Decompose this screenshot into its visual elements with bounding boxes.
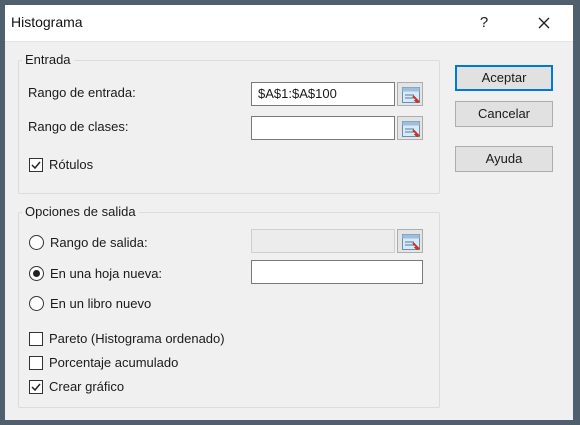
libro-nuevo-radio[interactable] (29, 296, 44, 311)
rango-clases-ref-button[interactable] (397, 116, 423, 140)
rango-clases-input[interactable] (251, 116, 395, 140)
pareto-checkbox[interactable] (29, 332, 43, 346)
help-button[interactable]: ? (473, 11, 495, 35)
libro-nuevo-label[interactable]: En un libro nuevo (50, 296, 151, 311)
collapse-dialog-icon (402, 121, 420, 137)
entrada-legend: Entrada (22, 52, 74, 67)
porcentaje-checkbox[interactable] (29, 356, 43, 370)
crear-grafico-label[interactable]: Crear gráfico (49, 379, 124, 394)
ayuda-button[interactable]: Ayuda (455, 146, 553, 172)
salida-legend: Opciones de salida (22, 204, 139, 219)
rango-salida-label[interactable]: Rango de salida: (50, 235, 148, 250)
hoja-nueva-radio[interactable] (29, 266, 44, 281)
rango-entrada-input[interactable]: $A$1:$A$100 (251, 82, 395, 106)
rotulos-label[interactable]: Rótulos (49, 157, 93, 172)
rango-clases-label: Rango de clases: (28, 119, 129, 134)
checkmark-icon (31, 161, 41, 170)
crear-grafico-checkbox[interactable] (29, 380, 43, 394)
collapse-dialog-icon (402, 234, 420, 250)
dialog-title: Histograma (11, 14, 83, 30)
dialog-body: Entrada Rango de entrada: $A$1:$A$100 Ra… (5, 41, 573, 420)
hoja-nueva-input[interactable] (251, 260, 423, 284)
radio-selected-dot (33, 270, 40, 277)
checkmark-icon (31, 383, 41, 392)
rango-entrada-label: Rango de entrada: (28, 85, 136, 100)
rango-salida-ref-button[interactable] (397, 229, 423, 253)
rotulos-checkbox[interactable] (29, 158, 43, 172)
rango-salida-input[interactable] (251, 229, 395, 253)
hoja-nueva-label[interactable]: En una hoja nueva: (50, 266, 162, 281)
close-button[interactable] (531, 10, 557, 36)
histograma-dialog: Histograma ? Entrada Rango de entrada: $… (5, 5, 573, 420)
collapse-dialog-icon (402, 87, 420, 103)
cancelar-button[interactable]: Cancelar (455, 101, 553, 127)
rango-entrada-ref-button[interactable] (397, 82, 423, 106)
rango-salida-radio[interactable] (29, 235, 44, 250)
porcentaje-label[interactable]: Porcentaje acumulado (49, 355, 178, 370)
close-icon (538, 17, 550, 29)
aceptar-button[interactable]: Aceptar (455, 65, 553, 91)
pareto-label[interactable]: Pareto (Histograma ordenado) (49, 331, 225, 346)
title-bar[interactable]: Histograma ? (5, 5, 573, 41)
